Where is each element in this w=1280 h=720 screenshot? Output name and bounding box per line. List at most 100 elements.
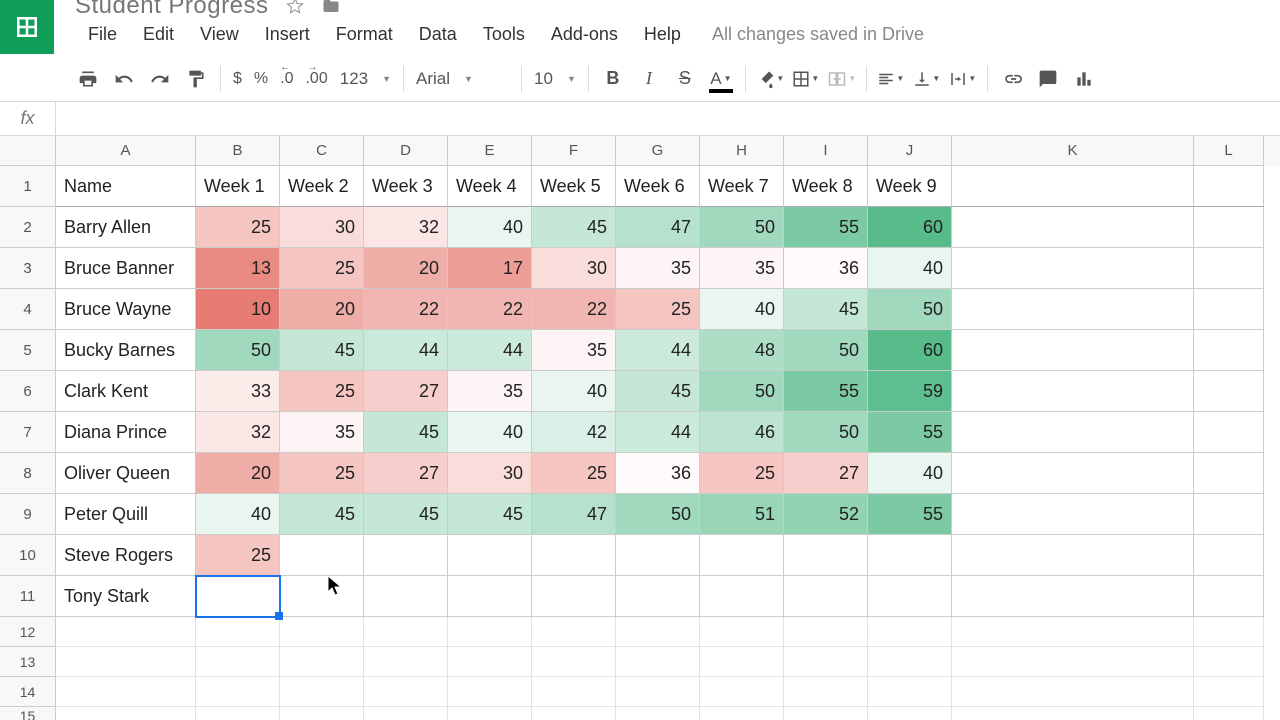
cell-10-J[interactable] bbox=[868, 535, 952, 576]
cell-8-B[interactable]: 20 bbox=[196, 453, 280, 494]
text-color-button[interactable]: A▼ bbox=[703, 61, 739, 97]
font-family-dropdown[interactable]: Arial▼ bbox=[410, 69, 515, 89]
cell-13-F[interactable] bbox=[532, 647, 616, 677]
column-header-J[interactable]: J bbox=[868, 136, 952, 166]
cell-8-H[interactable]: 25 bbox=[700, 453, 784, 494]
cell-4-F[interactable]: 22 bbox=[532, 289, 616, 330]
menu-data[interactable]: Data bbox=[406, 18, 470, 51]
cell-15-F[interactable] bbox=[532, 707, 616, 720]
cell-9-A[interactable]: Peter Quill bbox=[56, 494, 196, 535]
row-header-9[interactable]: 9 bbox=[0, 494, 56, 535]
cell-3-C[interactable]: 25 bbox=[280, 248, 364, 289]
cell-4-K[interactable] bbox=[952, 289, 1194, 330]
cell-13-C[interactable] bbox=[280, 647, 364, 677]
cell-12-L[interactable] bbox=[1194, 617, 1264, 647]
cell-9-C[interactable]: 45 bbox=[280, 494, 364, 535]
cell-2-J[interactable]: 60 bbox=[868, 207, 952, 248]
cell-2-K[interactable] bbox=[952, 207, 1194, 248]
cell-12-K[interactable] bbox=[952, 617, 1194, 647]
column-header-G[interactable]: G bbox=[616, 136, 700, 166]
cell-3-A[interactable]: Bruce Banner bbox=[56, 248, 196, 289]
cell-1-G[interactable]: Week 6 bbox=[616, 166, 700, 207]
cell-11-A[interactable]: Tony Stark bbox=[56, 576, 196, 617]
cell-10-C[interactable] bbox=[280, 535, 364, 576]
cell-9-H[interactable]: 51 bbox=[700, 494, 784, 535]
cell-1-L[interactable] bbox=[1194, 166, 1264, 207]
cell-8-L[interactable] bbox=[1194, 453, 1264, 494]
cell-12-B[interactable] bbox=[196, 617, 280, 647]
cell-9-B[interactable]: 40 bbox=[196, 494, 280, 535]
cell-11-H[interactable] bbox=[700, 576, 784, 617]
cell-4-E[interactable]: 22 bbox=[448, 289, 532, 330]
cell-5-D[interactable]: 44 bbox=[364, 330, 448, 371]
cell-13-I[interactable] bbox=[784, 647, 868, 677]
cell-1-E[interactable]: Week 4 bbox=[448, 166, 532, 207]
paint-format-button[interactable] bbox=[178, 61, 214, 97]
cell-11-I[interactable] bbox=[784, 576, 868, 617]
borders-button[interactable]: ▼ bbox=[788, 61, 824, 97]
row-header-11[interactable]: 11 bbox=[0, 576, 56, 617]
cell-7-D[interactable]: 45 bbox=[364, 412, 448, 453]
cell-7-I[interactable]: 50 bbox=[784, 412, 868, 453]
cell-11-E[interactable] bbox=[448, 576, 532, 617]
cell-11-C[interactable] bbox=[280, 576, 364, 617]
cell-14-G[interactable] bbox=[616, 677, 700, 707]
cell-3-D[interactable]: 20 bbox=[364, 248, 448, 289]
cell-2-C[interactable]: 30 bbox=[280, 207, 364, 248]
sheets-logo[interactable] bbox=[0, 0, 54, 54]
cell-14-C[interactable] bbox=[280, 677, 364, 707]
cell-6-J[interactable]: 59 bbox=[868, 371, 952, 412]
cell-9-D[interactable]: 45 bbox=[364, 494, 448, 535]
column-header-H[interactable]: H bbox=[700, 136, 784, 166]
cell-12-D[interactable] bbox=[364, 617, 448, 647]
cell-5-B[interactable]: 50 bbox=[196, 330, 280, 371]
cell-3-K[interactable] bbox=[952, 248, 1194, 289]
menu-edit[interactable]: Edit bbox=[130, 18, 187, 51]
fill-color-button[interactable]: ▼ bbox=[752, 61, 788, 97]
cell-5-G[interactable]: 44 bbox=[616, 330, 700, 371]
cell-3-F[interactable]: 30 bbox=[532, 248, 616, 289]
cell-1-J[interactable]: Week 9 bbox=[868, 166, 952, 207]
cell-2-G[interactable]: 47 bbox=[616, 207, 700, 248]
menu-view[interactable]: View bbox=[187, 18, 252, 51]
cell-8-E[interactable]: 30 bbox=[448, 453, 532, 494]
cell-7-B[interactable]: 32 bbox=[196, 412, 280, 453]
cell-7-K[interactable] bbox=[952, 412, 1194, 453]
merge-cells-button[interactable]: ▼ bbox=[824, 61, 860, 97]
row-header-4[interactable]: 4 bbox=[0, 289, 56, 330]
cell-12-J[interactable] bbox=[868, 617, 952, 647]
cell-13-G[interactable] bbox=[616, 647, 700, 677]
cell-15-C[interactable] bbox=[280, 707, 364, 720]
cell-13-L[interactable] bbox=[1194, 647, 1264, 677]
cell-5-H[interactable]: 48 bbox=[700, 330, 784, 371]
cell-15-L[interactable] bbox=[1194, 707, 1264, 720]
row-header-10[interactable]: 10 bbox=[0, 535, 56, 576]
cell-9-K[interactable] bbox=[952, 494, 1194, 535]
cell-4-B[interactable]: 10 bbox=[196, 289, 280, 330]
cell-5-E[interactable]: 44 bbox=[448, 330, 532, 371]
cell-11-D[interactable] bbox=[364, 576, 448, 617]
cell-11-L[interactable] bbox=[1194, 576, 1264, 617]
cell-3-H[interactable]: 35 bbox=[700, 248, 784, 289]
cell-9-J[interactable]: 55 bbox=[868, 494, 952, 535]
row-header-5[interactable]: 5 bbox=[0, 330, 56, 371]
cell-10-A[interactable]: Steve Rogers bbox=[56, 535, 196, 576]
select-all-corner[interactable] bbox=[0, 136, 56, 166]
insert-link-button[interactable] bbox=[994, 61, 1030, 97]
cell-10-D[interactable] bbox=[364, 535, 448, 576]
cell-1-H[interactable]: Week 7 bbox=[700, 166, 784, 207]
cell-7-A[interactable]: Diana Prince bbox=[56, 412, 196, 453]
cell-3-L[interactable] bbox=[1194, 248, 1264, 289]
menu-add-ons[interactable]: Add-ons bbox=[538, 18, 631, 51]
text-wrap-button[interactable]: ▼ bbox=[945, 61, 981, 97]
cell-3-I[interactable]: 36 bbox=[784, 248, 868, 289]
cell-10-E[interactable] bbox=[448, 535, 532, 576]
cell-1-B[interactable]: Week 1 bbox=[196, 166, 280, 207]
cell-2-B[interactable]: 25 bbox=[196, 207, 280, 248]
row-header-12[interactable]: 12 bbox=[0, 617, 56, 647]
cell-6-H[interactable]: 50 bbox=[700, 371, 784, 412]
cell-10-F[interactable] bbox=[532, 535, 616, 576]
column-header-E[interactable]: E bbox=[448, 136, 532, 166]
cell-8-G[interactable]: 36 bbox=[616, 453, 700, 494]
cell-7-L[interactable] bbox=[1194, 412, 1264, 453]
